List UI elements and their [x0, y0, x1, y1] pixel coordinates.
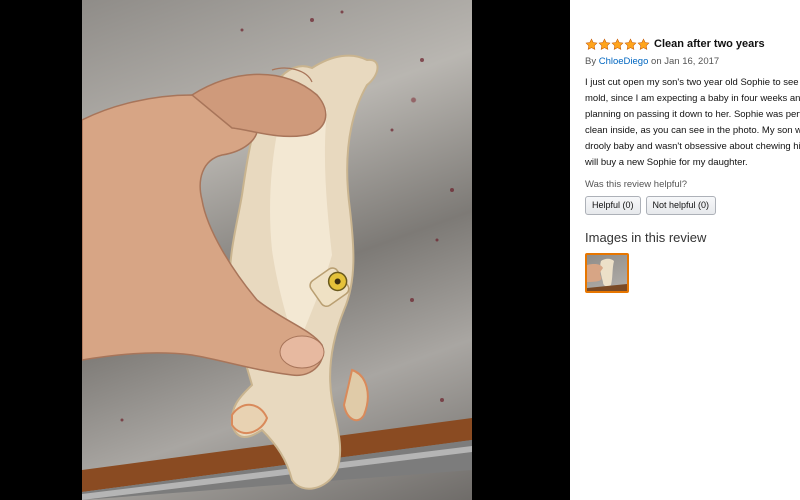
star-icon — [585, 37, 598, 50]
review-byline: By ChloeDiego on Jan 16, 2017 — [585, 56, 800, 67]
review-card: Clean after two years By ChloeDiego on J… — [585, 36, 800, 293]
byline-prefix: By — [585, 56, 597, 67]
review-body: I just cut open my son's two year old So… — [585, 77, 800, 168]
review-panel: Clean after two years By ChloeDiego on J… — [570, 0, 800, 500]
star-icon — [637, 37, 650, 50]
not-helpful-button[interactable]: Not helpful (0) — [645, 196, 717, 215]
photo-illustration — [82, 10, 472, 500]
star-rating — [585, 37, 650, 51]
review-photo — [82, 0, 472, 500]
review-header: Clean after two years — [585, 36, 800, 52]
helpful-question: Was this review helpful? — [585, 179, 688, 190]
images-heading: Images in this review — [585, 230, 707, 245]
review-image-thumbnail[interactable] — [585, 253, 629, 293]
star-icon — [624, 37, 637, 50]
star-icon — [611, 37, 624, 50]
star-icon — [598, 37, 611, 50]
review-title[interactable]: Clean after two years — [654, 38, 765, 50]
helpful-buttons: Helpful (0) Not helpful (0) — [585, 196, 800, 215]
photo-viewer — [0, 0, 570, 500]
thumbnail-illustration — [587, 258, 627, 291]
author-link[interactable]: ChloeDiego — [599, 56, 649, 67]
review-date: on Jan 16, 2017 — [651, 56, 720, 67]
helpful-button[interactable]: Helpful (0) — [585, 196, 641, 215]
